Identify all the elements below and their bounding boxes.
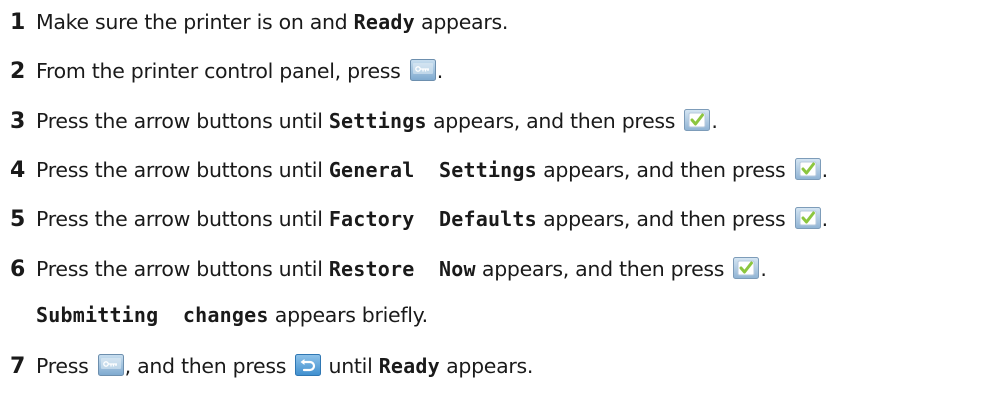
step-number: 3 (10, 108, 26, 134)
step-number: 1 (10, 9, 26, 35)
step-number: 2 (10, 58, 26, 84)
step-text: Make sure the printer is on and (36, 10, 354, 34)
display-text-settings: Settings (328, 109, 427, 133)
select-check-icon (733, 257, 759, 279)
display-text-general-settings: General Settings (328, 158, 537, 182)
step-number: 4 (10, 157, 26, 183)
step-number: 6 (10, 256, 26, 282)
step-7: 7 Press , and then press until Ready app… (10, 346, 533, 386)
step-text: . (821, 207, 829, 231)
step-text: , and then press (124, 354, 293, 378)
select-check-icon (795, 158, 821, 180)
step-6-continuation: Submitting changes appears briefly. (10, 295, 428, 335)
select-check-icon (684, 109, 710, 131)
step-text: Press the arrow buttons until (36, 257, 329, 281)
display-text-ready: Ready (353, 10, 415, 34)
step-1: 1 Make sure the printer is on and Ready … (10, 2, 508, 42)
step-text: . (760, 257, 767, 281)
step-text: . (711, 109, 718, 133)
step-2: 2 From the printer control panel, press … (10, 51, 443, 91)
step-text: Press (36, 354, 95, 378)
step-text: . (436, 59, 444, 83)
step-text: appears. (414, 10, 509, 34)
step-text: Press the arrow buttons until (36, 158, 329, 182)
menu-key-icon (410, 59, 436, 81)
step-text: Press the arrow buttons until (36, 207, 329, 231)
back-arrow-icon (295, 354, 321, 376)
step-text: appears, and then press (426, 109, 682, 133)
step-5: 5 Press the arrow buttons until Factory … (10, 199, 828, 239)
step-text: Press the arrow buttons until (36, 109, 329, 133)
menu-key-icon (98, 354, 124, 376)
select-check-icon (795, 207, 821, 229)
display-text-factory-defaults: Factory Defaults (328, 207, 537, 231)
step-3: 3 Press the arrow buttons until Settings… (10, 101, 718, 141)
display-text-submitting-changes: Submitting changes (36, 303, 269, 327)
step-6: 6 Press the arrow buttons until Restore … (10, 249, 767, 289)
step-4: 4 Press the arrow buttons until General … (10, 150, 828, 190)
step-text: appears, and then press (536, 207, 792, 231)
step-text: From the printer control panel, press (36, 59, 407, 83)
step-text: . (821, 158, 829, 182)
step-text: until (322, 354, 379, 378)
step-number: 7 (10, 353, 26, 379)
step-number: 5 (10, 206, 26, 232)
display-text-restore-now: Restore Now (328, 257, 476, 281)
step-text: appears, and then press (475, 257, 731, 281)
step-text: appears, and then press (536, 158, 792, 182)
step-text: appears briefly. (268, 303, 428, 327)
display-text-ready: Ready (378, 354, 440, 378)
step-text: appears. (439, 354, 534, 378)
